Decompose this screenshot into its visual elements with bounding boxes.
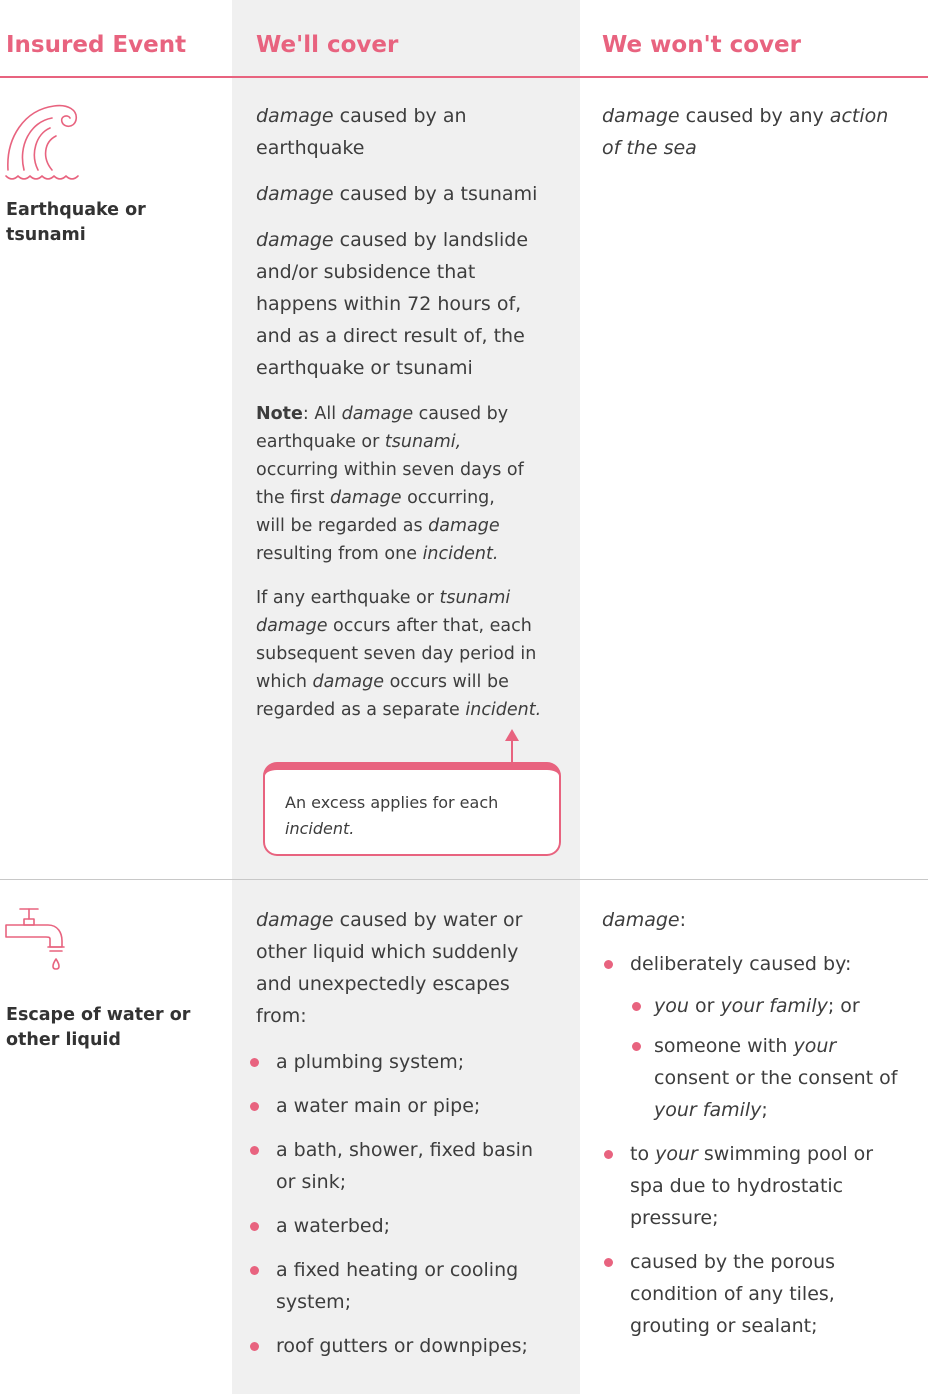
no-cover-escape-of-water: damage: deliberately caused by: you or y… xyxy=(602,904,902,1354)
header-divider xyxy=(0,76,928,78)
list-item: caused by the porous condition of any ti… xyxy=(602,1246,902,1342)
cover-earthquake: damage caused by an earthquake damage ca… xyxy=(256,100,556,398)
excess-callout: An excess applies for each incident. xyxy=(263,762,561,856)
callout-text: An excess applies for each incident. xyxy=(285,793,499,838)
cover-earthquake-item: damage caused by an earthquake xyxy=(256,105,467,159)
cover-escape-of-water: damage caused by water or other liquid w… xyxy=(250,904,556,1374)
sub-list-item: you or your family; or xyxy=(630,990,902,1022)
list-item: a waterbed; xyxy=(248,1210,556,1242)
tap-icon xyxy=(5,908,65,970)
cover-tsunami-item: damage caused by a tsunami xyxy=(256,183,538,205)
sub-list-item: someone with your consent or the consent… xyxy=(630,1030,902,1126)
note-label: Note xyxy=(256,404,303,424)
callout-arrow-line xyxy=(511,740,513,762)
event-escape-of-water: Escape of water or other liquid xyxy=(6,1005,191,1050)
event-earthquake-tsunami: Earthquake or tsunami xyxy=(6,200,146,245)
list-item: deliberately caused by: you or your fami… xyxy=(602,948,902,1126)
list-item: a water main or pipe; xyxy=(248,1090,556,1122)
row-divider xyxy=(0,879,928,880)
list-item: a fixed heating or cooling system; xyxy=(248,1254,556,1318)
header-we-wont-cover: We won't cover xyxy=(602,32,801,58)
wave-icon xyxy=(5,104,79,180)
no-cover-earthquake: damage caused by any action of the sea xyxy=(602,105,889,159)
note-paragraph: Note: All damage caused by earthquake or… xyxy=(256,404,524,564)
list-item: roof gutters or downpipes; xyxy=(248,1330,556,1362)
subsequent-incident-paragraph: If any earthquake or tsunami damage occu… xyxy=(256,588,542,720)
cover-landslide-item: damage caused by landslide and/or subsid… xyxy=(256,229,529,379)
list-item: to your swimming pool or spa due to hydr… xyxy=(602,1138,902,1234)
list-item: a plumbing system; xyxy=(248,1046,556,1078)
header-we-cover: We'll cover xyxy=(256,32,399,58)
list-item: a bath, shower, fixed basin or sink; xyxy=(248,1134,556,1198)
header-insured-event: Insured Event xyxy=(6,32,187,58)
